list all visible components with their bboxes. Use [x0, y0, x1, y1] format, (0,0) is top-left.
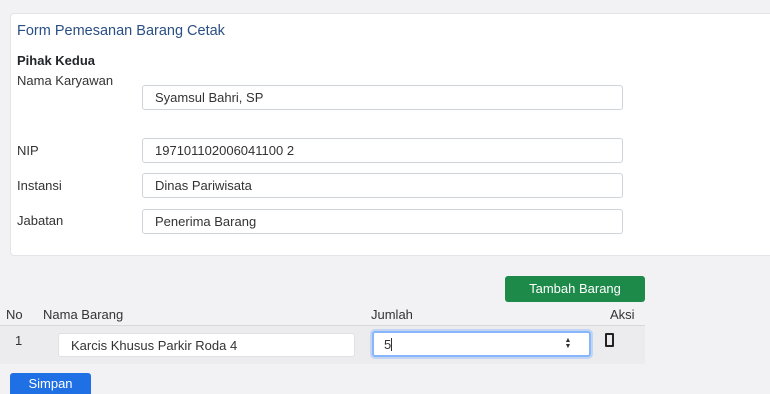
column-header-jumlah: Jumlah	[371, 307, 413, 322]
label-jabatan: Jabatan	[17, 213, 64, 228]
column-header-nama-barang: Nama Barang	[43, 307, 124, 322]
item-name-input[interactable]: Karcis Khusus Parkir Roda 4	[58, 333, 355, 357]
nip-field[interactable]: 197101102006041100 2	[142, 138, 623, 163]
spinner-arrows-icon[interactable]: ▲ ▼	[563, 337, 573, 351]
jabatan-field[interactable]: Penerima Barang	[142, 209, 623, 234]
add-item-button[interactable]: Tambah Barang	[505, 276, 645, 302]
section-title: Pihak Kedua	[17, 53, 96, 68]
label-nama-karyawan: Nama Karyawan	[17, 73, 114, 88]
quantity-value: 5	[384, 337, 392, 352]
delete-icon[interactable]	[605, 333, 614, 347]
label-nip: NIP	[17, 143, 39, 158]
row-number: 1	[15, 333, 23, 348]
text-cursor	[391, 338, 393, 351]
nama-karyawan-field[interactable]: Syamsul Bahri, SP	[142, 85, 623, 110]
instansi-field[interactable]: Dinas Pariwisata	[142, 173, 623, 198]
column-header-aksi: Aksi	[610, 307, 635, 322]
column-header-no: No	[6, 307, 23, 322]
label-instansi: Instansi	[17, 178, 62, 193]
save-button[interactable]: Simpan	[10, 373, 91, 394]
form-title: Form Pemesanan Barang Cetak	[17, 23, 225, 39]
quantity-input[interactable]: 5 ▲ ▼	[372, 331, 591, 357]
